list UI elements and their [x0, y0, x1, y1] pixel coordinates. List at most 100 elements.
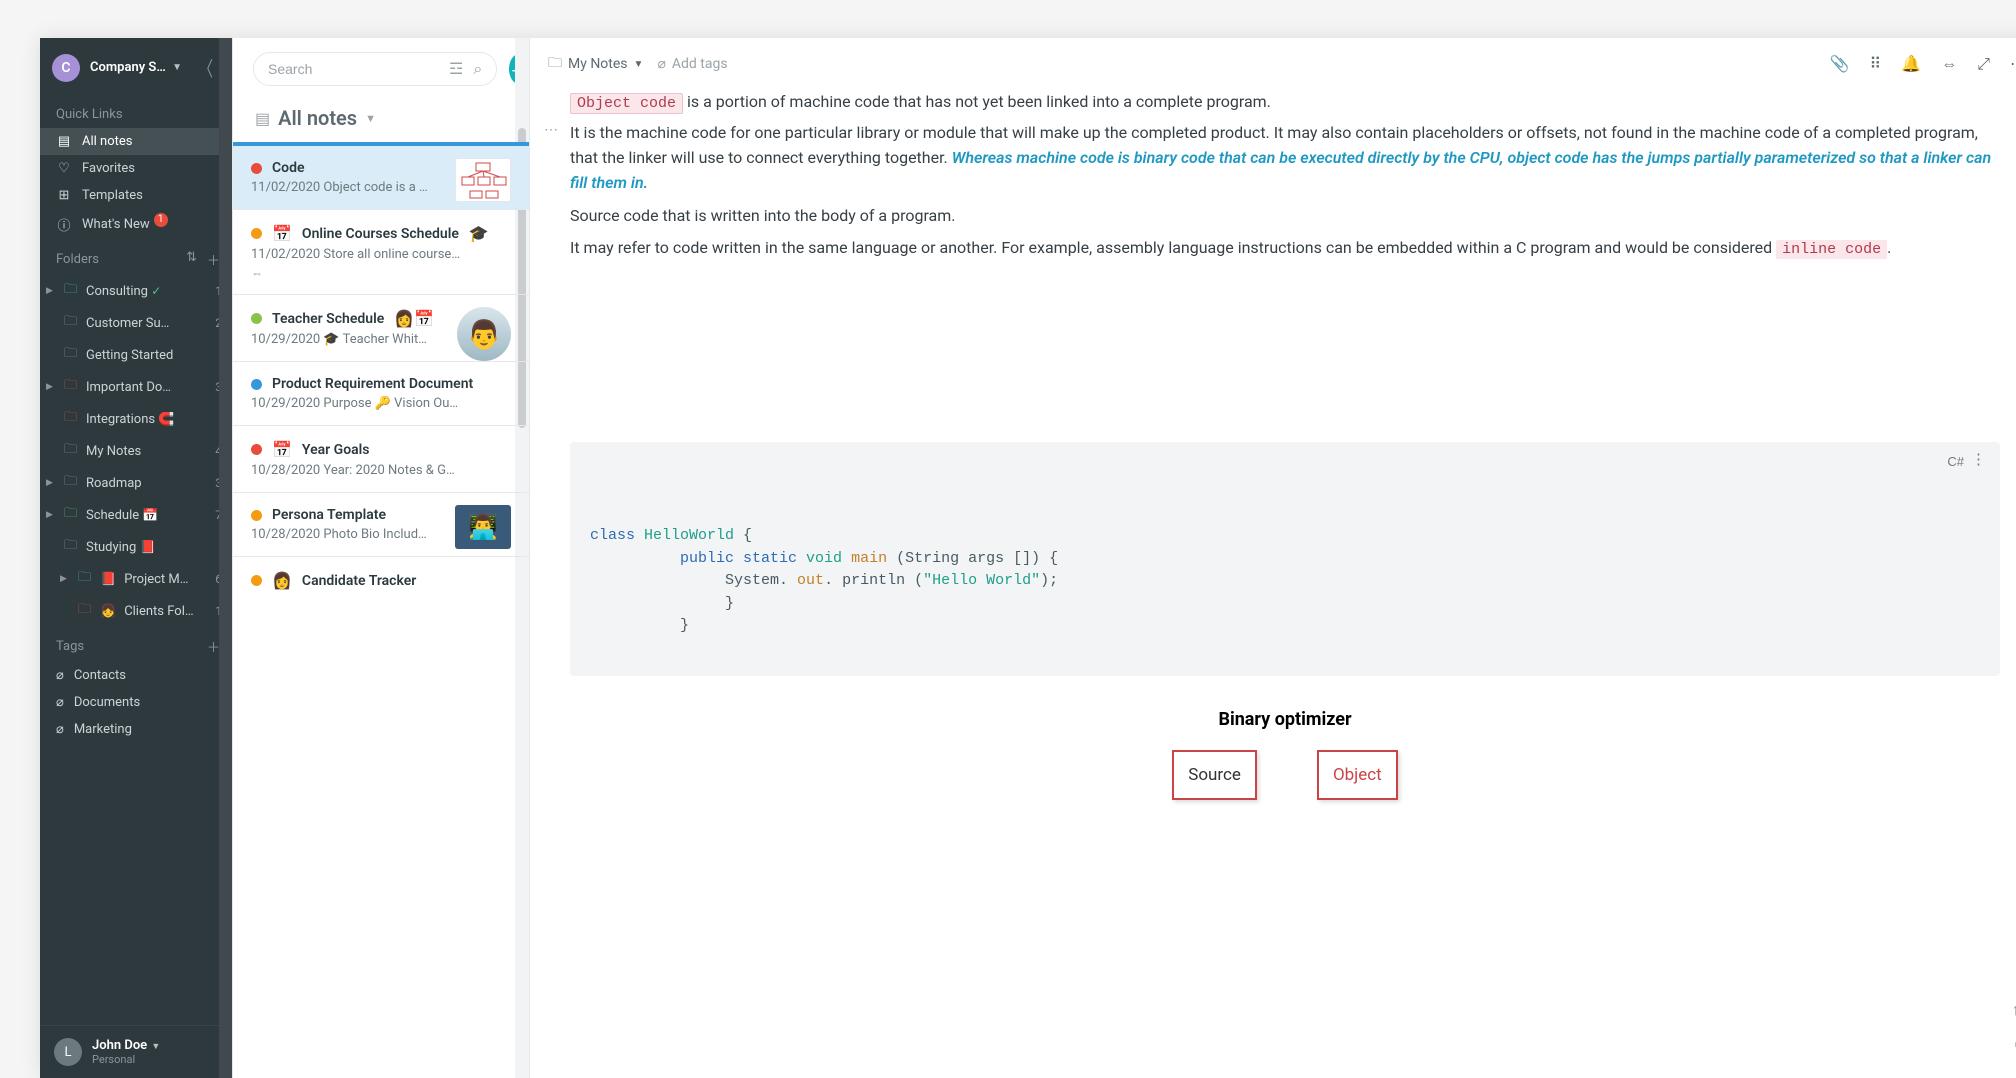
share-icon[interactable]: ⇔ [1941, 54, 1957, 74]
nav-favorites[interactable]: ♡ Favorites [40, 155, 232, 182]
note-card[interactable]: Code 11/02/2020 Object code is a … [233, 142, 529, 209]
attachment-icon[interactable]: 📎 [1830, 54, 1850, 74]
tag-item[interactable]: ⌀Marketing [40, 716, 232, 743]
nav-templates[interactable]: ⊞ Templates [40, 182, 232, 209]
diagram-title: Binary optimizer [570, 706, 2000, 734]
editor-body[interactable]: ⋯ Object code is a portion of machine co… [530, 86, 2016, 840]
breadcrumb[interactable]: 🗀 My Notes ▼ [548, 52, 643, 76]
tags-title: Tags [56, 639, 84, 654]
folder-label: Project M… [124, 572, 207, 587]
folder-item[interactable]: ▶ 🗀 Schedule 📅 7 [40, 499, 232, 531]
back-arrow-icon[interactable]: 〈 [196, 53, 216, 82]
folder-item[interactable]: ▶ 🗀 Studying 📕 [40, 531, 232, 563]
share-icon: ⇔ [251, 266, 511, 280]
inline-code: inline code [1776, 240, 1887, 259]
note-title: Online Courses Schedule [302, 226, 459, 242]
folder-item[interactable]: ▶ 🗀 Consulting ✓ 1 [40, 275, 232, 307]
nav-label: What's New [82, 217, 150, 232]
folder-item[interactable]: ▶ 🗀 Getting Started [40, 339, 232, 371]
note-thumbnail [455, 158, 511, 202]
sort-icon[interactable]: ⇅ [186, 250, 197, 269]
tag-item[interactable]: ⌀ Contacts [40, 662, 232, 689]
note-preview: Object code is a … [323, 180, 427, 195]
note-card[interactable]: Product Requirement Document 10/29/2020 … [233, 361, 529, 425]
add-tags[interactable]: ⌀ Add tags [657, 56, 727, 72]
nav-whats-new[interactable]: ⓘ What's New 1 [40, 209, 232, 240]
nav-all-notes[interactable]: ▤ All notes [40, 128, 232, 155]
apps-icon[interactable]: ⠿ [1870, 54, 1882, 74]
code-lang-label[interactable]: C# [1947, 452, 1964, 472]
search-box[interactable]: ☲ ⌕ [253, 52, 497, 86]
chevron-down-icon[interactable]: ▼ [365, 112, 376, 125]
folder-item[interactable]: ▶ 🗀 📕 Project M… 6 [40, 563, 232, 595]
emoji-icon: 📕 [100, 572, 116, 587]
note-title: Product Requirement Document [272, 376, 473, 392]
tag-item[interactable]: ⌀Documents [40, 689, 232, 716]
folder-item[interactable]: ▶ 🗀 Important Do… 3 [40, 371, 232, 403]
list-title: All notes [278, 106, 357, 130]
note-card[interactable]: 📅 Year Goals 10/28/2020 Year: 2020 Notes… [233, 425, 529, 492]
scroll-top-icon[interactable]: ↑ [2012, 1000, 2016, 1020]
tag-label: Contacts [74, 668, 126, 683]
templates-icon: ⊞ [56, 188, 72, 203]
filter-icon[interactable]: ☲ [449, 59, 463, 79]
folder-label: Getting Started [86, 348, 214, 363]
color-dot [251, 313, 262, 324]
code-token: . println ( [824, 572, 923, 589]
note-thumbnail: 👨‍💻 [455, 505, 511, 549]
code-token: class [590, 527, 644, 544]
folder-icon: 🗀 [64, 312, 78, 334]
folder-label: Schedule 📅 [86, 508, 207, 523]
expand-icon[interactable]: ⤢ [1977, 54, 1990, 74]
more-icon[interactable]: ⋯ [2010, 54, 2016, 74]
note-card[interactable]: Teacher Schedule 👩📅 10/29/2020 🎓 Teacher… [233, 294, 529, 361]
emoji-icon: 🎓 [469, 224, 489, 243]
code-token: { [743, 527, 752, 544]
note-card[interactable]: 👩 Candidate Tracker [233, 556, 529, 608]
user-avatar: L [54, 1038, 82, 1066]
folder-item[interactable]: ▶ 🗀 Customer Su… 2 [40, 307, 232, 339]
emoji-icon: 👩 [272, 571, 292, 590]
workspace-switcher[interactable]: C Company Sh… ▼ 〈 [40, 38, 232, 97]
editor-panel: 🗀 My Notes ▼ ⌀ Add tags 📎 ⠿ 🔔 ⇔ ⤢ ⋯ ⋯ Ob… [530, 38, 2016, 1078]
folder-item[interactable]: ▶ 🗀 Integrations 🧲 [40, 403, 232, 435]
bell-icon[interactable]: 🔔 [1901, 54, 1921, 74]
folder-label: Roadmap [86, 476, 207, 491]
note-preview: Store all online courses that ar… [323, 247, 461, 262]
tag-icon: ⌀ [56, 668, 64, 683]
search-icon[interactable]: ⌕ [473, 59, 482, 79]
note-date: 10/28/2020 [251, 463, 320, 478]
inline-code: Object code [570, 93, 683, 114]
emoji-icon[interactable]: ☺ [2012, 1034, 2016, 1054]
code-block[interactable]: C# ⋮ class HelloWorld { public static vo… [570, 442, 2000, 677]
search-input[interactable] [268, 61, 449, 77]
heart-icon: ♡ [56, 161, 72, 176]
folder-icon: 🗀 [64, 344, 78, 366]
code-more-icon[interactable]: ⋮ [1971, 450, 1986, 473]
note-list-panel: ☲ ⌕ ＋ ▤ All notes ▼ Code 11/02/2020 Obje… [232, 38, 530, 1078]
note-card[interactable]: 📅 Online Courses Schedule 🎓 11/02/2020 S… [233, 209, 529, 294]
folder-icon: 🗀 [78, 600, 92, 622]
drag-handle-icon[interactable]: ⋯ [544, 120, 559, 142]
note-card[interactable]: Persona Template 10/28/2020 Photo Bio In… [233, 492, 529, 556]
folder-item[interactable]: ▶ 🗀 Roadmap 3 [40, 467, 232, 499]
badge-count: 1 [154, 213, 168, 227]
code-token: (String args []) { [896, 550, 1058, 567]
chevron-right-icon: ▶ [46, 382, 56, 392]
note-preview: 🎓 Teacher Whit… [323, 332, 427, 347]
breadcrumb-label: My Notes [568, 56, 628, 72]
folder-item[interactable]: ▶ 🗀 My Notes 4 [40, 435, 232, 467]
folder-item[interactable]: ▶ 🗀 👧 Clients Fol… 1 [40, 595, 232, 627]
folder-icon: 🗀 [64, 472, 78, 494]
folder-icon: 🗀 [64, 504, 78, 526]
tag-icon: ⌀ [657, 56, 665, 72]
note-title: Candidate Tracker [302, 573, 416, 589]
note-preview: Purpose 🔑 Vision Our produc… [323, 396, 461, 411]
editor-toolbar: 🗀 My Notes ▼ ⌀ Add tags 📎 ⠿ 🔔 ⇔ ⤢ ⋯ [530, 38, 2016, 86]
account-switcher[interactable]: L John Doe ▼ Personal [40, 1025, 232, 1078]
folder-label: Clients Fol… [124, 604, 207, 619]
nav-label: All notes [82, 134, 132, 149]
folder-icon: 🗀 [548, 52, 562, 76]
chevron-down-icon: ▼ [149, 1042, 160, 1052]
sidebar-scrollbar[interactable] [219, 38, 232, 1078]
